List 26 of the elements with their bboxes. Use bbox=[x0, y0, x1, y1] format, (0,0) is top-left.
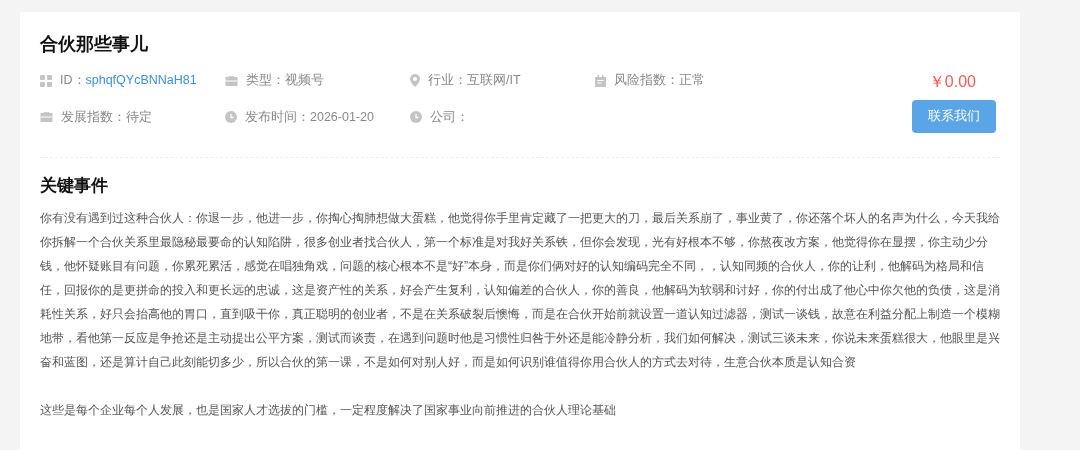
calendar-icon bbox=[595, 74, 606, 87]
meta-label: 行业： bbox=[428, 72, 467, 90]
grid-icon bbox=[40, 74, 52, 87]
clock-icon bbox=[225, 111, 237, 123]
section-title: 关键事件 bbox=[40, 175, 109, 197]
briefcase-icon bbox=[40, 111, 53, 123]
paragraph: 你有没有遇到过这种合伙人：你退一步，他进一步，你掏心掏肺想做大蛋糕，他觉得你手里肯定藏了一把更大的刀，最后关系崩了，事业黄了，你还落个坏人的名声为什么，今天我给你拆解一个合伙关系里最隐秘最要命的认知陷阱，很多创业者找合伙人，第一个标准是对我好关系铁，但你会发现，光有好根本不够，你熬夜改方案，他觉得你在显摆，你主动少分钱，他怀疑账目有问题，你累死累活，感觉在唱独角戏，问题的核心根本不是“好”本身，而是你们俩对好的认知编码完全不同，，认知同频的合伙人，你的让利，他解码为格局和信任，回报你的是更拼命的投入和更长远的忠诚，这是资产性的关系，好会产生复利，认知偏差的合伙人，你的善良，他解码为软弱和讨好，你的付出成了他心中你欠他的负债，这是消耗性关系，好只会抬高他的胃口，直到吸干你，真正聪明的创业者，不是在关系破裂后懊悔，而是在合伙开始前就设置一道认知过滤器，测试一谈钱，故意在利益分配上制造一个模糊地带，看他第一反应是争抢还是主动提出公平方案，测试而谈责，在遇到问题时他是习惯性归咎于外还是能冷静分析，我们如何解决，测试三谈未来，你说未来蛋糕很大，他眼里是兴奋和蓝图，还是算计自己此刻能切多少，所以合伙的第一课，不是如何对别人好，而是如何识别谁值得你用合伙人的方式去对待，生意合伙本质是认知合资 bbox=[40, 210, 1001, 371]
meta-label: ID： bbox=[60, 72, 86, 90]
meta-label: 发展指数： bbox=[61, 108, 126, 126]
meta-label: 风险指数： bbox=[614, 72, 679, 90]
meta-value: 待定 bbox=[126, 108, 152, 126]
meta-value: 视频号 bbox=[285, 72, 324, 90]
meta-label: 公司： bbox=[430, 108, 469, 126]
meta-label: 类型： bbox=[246, 72, 285, 90]
briefcase-icon bbox=[225, 74, 238, 87]
meta-label: 发布时间： bbox=[245, 108, 310, 126]
location-pin-icon bbox=[410, 74, 420, 87]
clock-icon bbox=[410, 111, 422, 123]
meta-value: 互联网/IT bbox=[467, 72, 521, 90]
meta-value: 2026-01-20 bbox=[310, 108, 374, 126]
price: ￥0.00 bbox=[928, 72, 976, 92]
id-link[interactable]: sphqfQYcBNNaH81 bbox=[85, 71, 197, 90]
paragraph: 这些是每个企业每个人发展，也是国家人才选拔的门槛，一定程度解决了国家事业向前推进的合伙人理论基础 bbox=[40, 402, 617, 419]
meta-value: 正常 bbox=[679, 72, 705, 90]
contact-button[interactable]: 联系我们 bbox=[912, 100, 996, 133]
page-title: 合伙那些事儿 bbox=[40, 33, 149, 56]
